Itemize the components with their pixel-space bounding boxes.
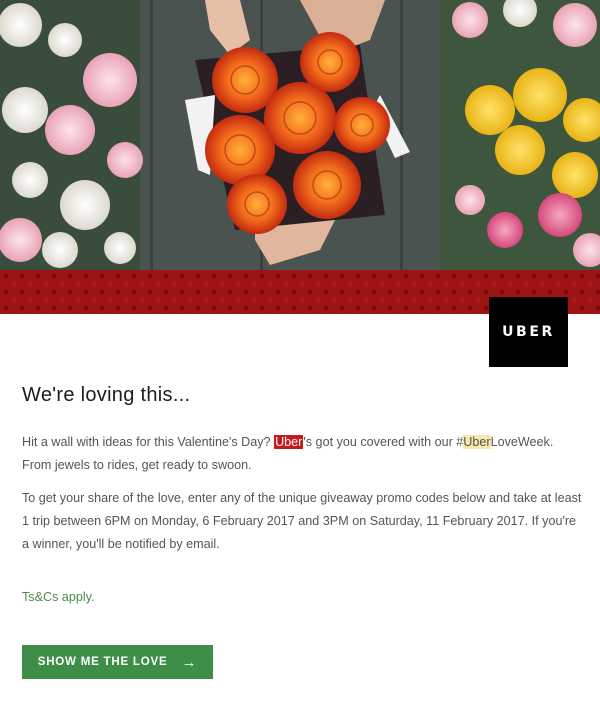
- show-me-the-love-button[interactable]: SHOW ME THE LOVE →: [22, 645, 213, 679]
- page-heading: We're loving this...: [22, 384, 191, 406]
- promo-paragraph: To get your share of the love, enter any…: [22, 491, 582, 551]
- email-body: UBER We're loving this... Hit a wall wit…: [0, 0, 600, 720]
- rose-bouquet-image: [0, 0, 600, 270]
- intro-paragraph: Hit a wall with ideas for this Valentine…: [22, 431, 582, 477]
- intro-text-start: Hit a wall with ideas for this Valentine…: [22, 435, 275, 449]
- intro-text-mid: 's got you covered with our #: [303, 435, 464, 449]
- hashtag-highlight: Uber: [463, 435, 491, 449]
- arrow-right-icon: →: [181, 653, 198, 671]
- uber-logo[interactable]: UBER: [489, 297, 568, 367]
- logo-text: UBER: [502, 324, 555, 340]
- cta-label: SHOW ME THE LOVE: [37, 656, 168, 668]
- terms-link[interactable]: Ts&Cs apply.: [22, 590, 95, 604]
- brand-highlight: Uber: [274, 435, 304, 449]
- hero-image: [0, 0, 600, 270]
